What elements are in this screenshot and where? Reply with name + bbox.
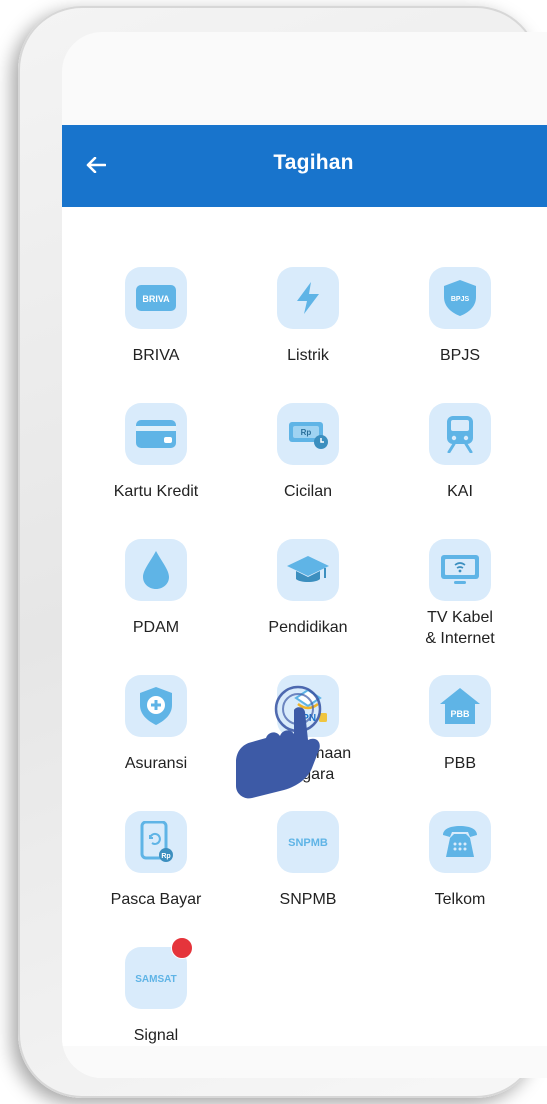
train-icon xyxy=(429,403,491,465)
svg-text:PBB: PBB xyxy=(450,709,470,719)
water-drop-icon xyxy=(125,539,187,601)
phone-frame: Tagihan BRIVA BRIVA Listrik BPJS BPJS Ka… xyxy=(18,6,547,1098)
shield-plus-icon xyxy=(125,675,187,737)
app-bar: Tagihan xyxy=(62,125,547,207)
menu-label: Asuransi xyxy=(124,755,188,772)
svg-text:BRIVA: BRIVA xyxy=(142,294,170,304)
lightning-icon xyxy=(277,267,339,329)
menu-label: Telkom xyxy=(434,891,486,908)
svg-text:SAMSAT: SAMSAT xyxy=(135,974,176,985)
telephone-icon xyxy=(429,811,491,873)
menu-label-line1: TV Kabel xyxy=(427,609,493,626)
notification-badge xyxy=(171,937,193,959)
menu-item-pbb[interactable]: PBB PBB xyxy=(385,675,535,774)
menu-item-kai[interactable]: KAI xyxy=(385,403,535,502)
menu-label: PBB xyxy=(443,755,476,772)
menu-item-tv-kabel[interactable]: TV Kabel & Internet xyxy=(385,539,535,649)
shield-bpjs-icon: BPJS xyxy=(429,267,491,329)
app-screen: Tagihan BRIVA BRIVA Listrik BPJS BPJS Ka… xyxy=(62,32,547,1078)
menu-label: SNPMB xyxy=(279,891,337,908)
graduation-cap-icon xyxy=(277,539,339,601)
credit-card-icon xyxy=(125,403,187,465)
menu-label: BRIVA xyxy=(132,347,180,364)
menu-item-bpjs[interactable]: BPJS BPJS xyxy=(385,267,535,366)
svg-text:BPJS: BPJS xyxy=(451,296,470,303)
menu-item-telkom[interactable]: Telkom xyxy=(385,811,535,910)
menu-item-briva[interactable]: BRIVA BRIVA xyxy=(81,267,231,366)
menu-item-listrik[interactable]: Listrik xyxy=(233,267,383,366)
menu-label-line2: & Internet xyxy=(425,630,495,647)
menu-item-signal[interactable]: SAMSAT Signal xyxy=(81,937,231,1046)
menu-item-kartu-kredit[interactable]: Kartu Kredit xyxy=(81,403,231,502)
phone-refresh-icon: Rp xyxy=(125,811,187,873)
menu-item-cicilan[interactable]: Rp Cicilan xyxy=(233,403,383,502)
svg-text:Rp: Rp xyxy=(161,853,170,860)
briva-icon: BRIVA xyxy=(125,267,187,329)
menu-item-asuransi[interactable]: Asuransi xyxy=(81,675,231,774)
bottom-area xyxy=(62,1046,547,1078)
menu-label: Cicilan xyxy=(283,483,332,500)
money-bill-icon: Rp xyxy=(277,403,339,465)
page-title: Tagihan xyxy=(273,151,354,174)
menu-label: Listrik xyxy=(287,347,329,364)
menu-item-pendidikan[interactable]: Pendidikan xyxy=(233,539,383,638)
menu-item-pdam[interactable]: PDAM xyxy=(81,539,231,638)
svg-text:SNPMB: SNPMB xyxy=(288,837,328,849)
menu-label: PDAM xyxy=(132,619,180,636)
tv-wifi-icon xyxy=(429,539,491,601)
menu-label: TV Kabel & Internet xyxy=(385,607,535,649)
menu-label: BPJS xyxy=(439,347,480,364)
menu-label: Signal xyxy=(133,1027,179,1044)
tap-gesture-hand-icon xyxy=(212,682,352,822)
menu-label: Kartu Kredit xyxy=(113,483,199,500)
samsat-icon: SAMSAT xyxy=(125,937,193,1009)
svg-text:Rp: Rp xyxy=(301,428,312,437)
menu-label: KAI xyxy=(447,483,473,500)
menu-grid: BRIVA BRIVA Listrik BPJS BPJS Kartu Kred… xyxy=(62,207,547,1047)
menu-label: Pendidikan xyxy=(268,619,348,636)
menu-item-pasca-bayar[interactable]: Rp Pasca Bayar xyxy=(81,811,231,910)
menu-label: Pasca Bayar xyxy=(110,891,202,908)
menu-item-snpmb[interactable]: SNPMB SNPMB xyxy=(233,811,383,910)
house-pbb-icon: PBB xyxy=(429,675,491,737)
